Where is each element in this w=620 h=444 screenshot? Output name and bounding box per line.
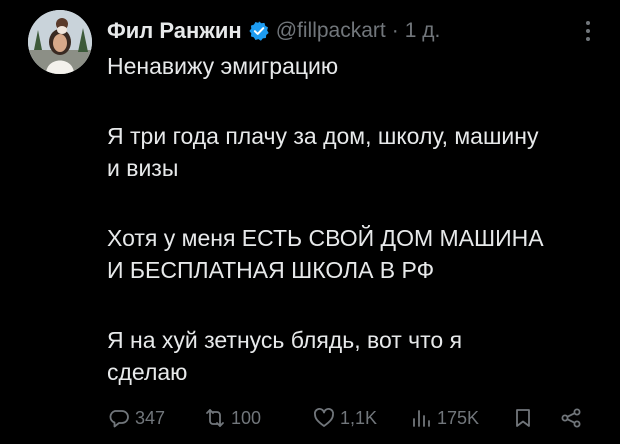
- verified-badge-icon: [248, 20, 270, 42]
- tweet: Фил Ранжин @fillpackart · 1 д. Ненавижу …: [0, 0, 620, 444]
- tweet-text-line-1: Ненавижу эмиграцию: [107, 53, 339, 79]
- views-icon: [413, 410, 430, 427]
- like-icon: [314, 408, 334, 427]
- avatar-image: [28, 10, 92, 74]
- avatar[interactable]: [28, 10, 92, 74]
- more-icon[interactable]: [578, 16, 598, 46]
- tweet-text-line-7: сделаю: [107, 359, 188, 385]
- tweet-actions: 347 100 1,1K 175K: [107, 400, 596, 436]
- reply-icon: [109, 410, 129, 428]
- author-name[interactable]: Фил Ранжин: [107, 18, 242, 44]
- post-time[interactable]: 1 д.: [405, 19, 441, 43]
- like-button[interactable]: 1,1K: [312, 400, 377, 436]
- tweet-text-line-5: И БЕСПЛАТНАЯ ШКОЛА В РФ: [107, 257, 435, 283]
- tweet-header: Фил Ранжин @fillpackart · 1 д.: [107, 16, 580, 46]
- repost-count: 100: [231, 407, 262, 428]
- views-count: 175K: [437, 407, 480, 428]
- meta-separator: ·: [391, 19, 399, 42]
- share-button[interactable]: [559, 400, 583, 436]
- share-icon: [561, 408, 581, 428]
- reply-count: 347: [135, 407, 166, 428]
- author-handle[interactable]: @fillpackart: [276, 19, 386, 43]
- repost-icon: [206, 409, 224, 427]
- repost-button[interactable]: 100: [203, 400, 261, 436]
- tweet-text-line-6: Я на хуй зетнусь блядь, вот что я: [107, 327, 463, 353]
- views-button[interactable]: 175K: [409, 400, 479, 436]
- tweet-text-line-2: Я три года плачу за дом, школу, машину: [107, 123, 539, 149]
- reply-button[interactable]: 347: [107, 400, 165, 436]
- bookmark-button[interactable]: [511, 400, 535, 436]
- tweet-text-line-4: Хотя у меня ЕСТЬ СВОЙ ДОМ МАШИНА: [107, 225, 544, 251]
- bookmark-icon: [516, 409, 530, 427]
- tweet-text-line-3: и визы: [107, 155, 179, 181]
- like-count: 1,1K: [340, 407, 378, 428]
